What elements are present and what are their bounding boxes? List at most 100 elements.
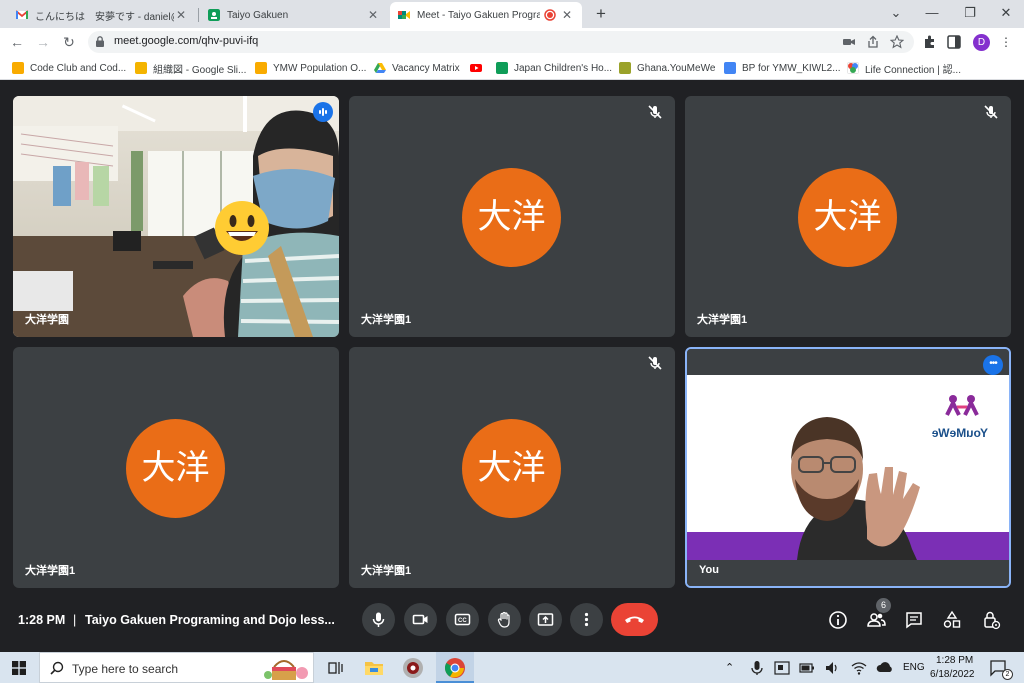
emoji-face-sticker: [215, 201, 269, 255]
recording-icon: [544, 9, 556, 21]
task-view-icon[interactable]: [323, 656, 347, 680]
search-icon: [50, 661, 64, 675]
more-menu-icon[interactable]: ⋮: [998, 34, 1014, 50]
bookmark-item[interactable]: Life Connection | 認...: [847, 60, 961, 76]
bookmark-item[interactable]: BP for YMW_KIWL2...: [724, 60, 841, 76]
youtube-icon: [470, 64, 482, 72]
notification-count-badge: 2: [1002, 669, 1013, 680]
folder-icon: [12, 62, 24, 74]
site-icon: [847, 62, 859, 74]
participant-tile[interactable]: 大洋 大洋学園1: [13, 347, 339, 588]
folder-icon: [255, 62, 267, 74]
camera-indicator-icon[interactable]: [842, 35, 856, 49]
bookmark-label: Vacancy Matrix: [392, 62, 460, 74]
input-language[interactable]: ENG: [903, 662, 925, 673]
restore-button[interactable]: ❐: [950, 0, 990, 28]
battery-icon[interactable]: [799, 662, 815, 674]
self-view-tile[interactable]: YouMeWe ••• You: [685, 347, 1011, 588]
browser-toolbar: ← → ↻ meet.google.com/qhv-puvi-ifq D ⋮: [0, 28, 1024, 56]
leave-call-button[interactable]: [611, 603, 658, 636]
bookmark-item[interactable]: YMW Population O...: [255, 60, 366, 76]
participant-name: 大洋学園1: [25, 565, 76, 577]
close-tab-icon[interactable]: ✕: [366, 8, 380, 22]
closed-captions-icon: CC: [454, 613, 471, 626]
bookmark-item[interactable]: 組織図 - Google Sli...: [135, 60, 246, 76]
youmewe-logo-text: YouMeWe: [931, 426, 988, 440]
meeting-clock: 1:28 PM: [18, 613, 66, 627]
tab-divider: [198, 8, 199, 22]
show-hidden-icons-chevron-icon[interactable]: ⌃: [725, 661, 734, 674]
activities-icon[interactable]: [942, 610, 962, 630]
tab-search-chevron-icon[interactable]: ⌄: [876, 0, 916, 28]
chat-icon[interactable]: [904, 610, 924, 630]
bookmark-label: Code Club and Cod...: [30, 62, 127, 74]
share-icon[interactable]: [866, 35, 880, 49]
bookmark-item[interactable]: Japan Children's Ho...: [496, 60, 612, 76]
meet-stage: 大洋学園 大洋 大洋学園1 大洋 大洋学園1 大洋 大洋学園1 大洋 大洋学園1: [0, 81, 1024, 652]
close-tab-icon[interactable]: ✕: [560, 8, 574, 22]
volume-icon[interactable]: [824, 660, 840, 676]
taskbar-search-box[interactable]: Type here to search: [39, 652, 314, 683]
bookmark-label: 組織図 - Google Sli...: [153, 64, 247, 76]
docs-icon: [724, 62, 736, 74]
people-icon[interactable]: [866, 610, 886, 630]
close-window-button[interactable]: ✕: [986, 0, 1024, 28]
bookmark-item[interactable]: Code Club and Cod...: [12, 60, 126, 76]
file-explorer-icon[interactable]: [362, 656, 386, 680]
drive-icon: [374, 63, 386, 73]
participant-tile[interactable]: 大洋 大洋学園1: [349, 347, 675, 588]
participant-tile[interactable]: 大洋 大洋学園1: [685, 96, 1011, 337]
tab-meet[interactable]: Meet - Taiyo Gakuen Program ✕: [390, 2, 582, 28]
raise-hand-button[interactable]: [488, 603, 521, 636]
taskbar-date[interactable]: 6/18/2022: [930, 669, 975, 680]
extensions-puzzle-icon[interactable]: [922, 34, 938, 50]
bookmark-label: Japan Children's Ho...: [514, 62, 613, 74]
tab-title: こんにちは 安夢です - daniel@you: [35, 11, 174, 23]
minimize-button[interactable]: —: [912, 0, 952, 28]
present-screen-icon: [537, 613, 554, 626]
tab-gmail[interactable]: こんにちは 安夢です - daniel@you ✕: [8, 2, 196, 28]
address-bar[interactable]: meet.google.com/qhv-puvi-ifq: [88, 31, 914, 53]
participant-name: You: [699, 564, 719, 576]
participant-avatar: 大洋: [462, 168, 561, 267]
onedrive-cloud-icon[interactable]: [876, 661, 894, 673]
participant-tile[interactable]: 大洋 大洋学園1: [349, 96, 675, 337]
host-controls-lock-icon[interactable]: [981, 610, 1001, 630]
captions-button[interactable]: CC: [446, 603, 479, 636]
back-arrow-icon[interactable]: ←: [8, 33, 26, 51]
side-panel-icon[interactable]: [946, 34, 962, 50]
bookmark-item[interactable]: Ghana.YouMeWe: [619, 60, 715, 76]
windows-start-icon[interactable]: [12, 661, 26, 675]
profile-avatar[interactable]: D: [973, 34, 990, 51]
chrome-icon[interactable]: [443, 656, 467, 680]
wifi-icon[interactable]: [851, 660, 867, 676]
close-tab-icon[interactable]: ✕: [174, 8, 188, 22]
reload-icon[interactable]: ↻: [60, 33, 78, 51]
more-options-button[interactable]: [570, 603, 603, 636]
camera-button[interactable]: [404, 603, 437, 636]
tile-more-options-button[interactable]: •••: [983, 355, 1003, 375]
meeting-details-info-icon[interactable]: [828, 610, 848, 630]
present-screen-button[interactable]: [529, 603, 562, 636]
forward-arrow-icon[interactable]: →: [34, 33, 52, 51]
mic-off-icon: [648, 105, 662, 119]
bookmark-item[interactable]: [470, 60, 488, 76]
participant-name: 大洋学園1: [697, 314, 748, 326]
new-tab-button[interactable]: +: [590, 3, 612, 25]
tab-classroom[interactable]: Taiyo Gakuen ✕: [200, 2, 388, 28]
bookmark-star-icon[interactable]: [890, 35, 904, 49]
media-app-icon[interactable]: [401, 656, 425, 680]
bookmark-item[interactable]: Vacancy Matrix: [374, 60, 460, 76]
bookmarks-bar: Code Club and Cod... 組織図 - Google Sli...…: [0, 56, 1024, 80]
mic-tray-icon[interactable]: [750, 660, 764, 676]
tab-title: Taiyo Gakuen: [227, 9, 289, 21]
participant-tile-video[interactable]: 大洋学園: [13, 96, 339, 337]
participant-avatar: 大洋: [126, 419, 225, 518]
bookmark-label: BP for YMW_KIWL2...: [742, 62, 841, 74]
taskbar-time[interactable]: 1:28 PM: [936, 655, 973, 666]
gmail-icon: [16, 10, 28, 19]
mic-icon: [372, 612, 385, 627]
meet-now-tray-icon[interactable]: [774, 661, 790, 675]
bookmark-label: Ghana.YouMeWe: [637, 62, 716, 74]
microphone-button[interactable]: [362, 603, 395, 636]
